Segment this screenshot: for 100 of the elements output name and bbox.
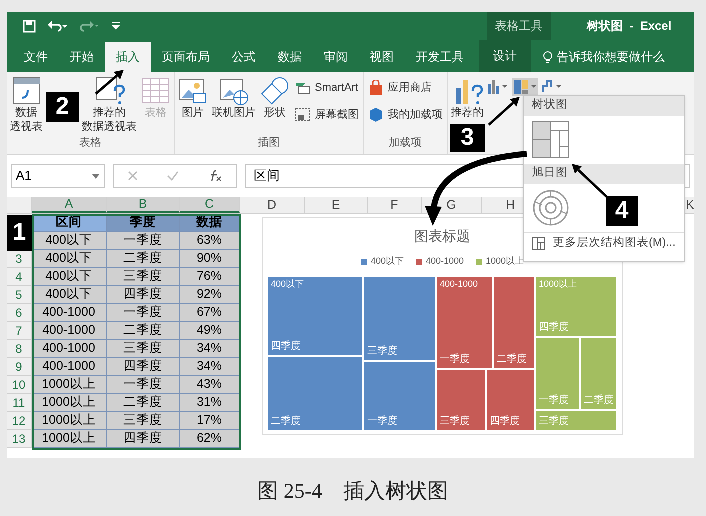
table-cell: 400以下 bbox=[32, 250, 107, 268]
column-header[interactable]: E bbox=[305, 197, 368, 213]
ribbon-tab[interactable]: 页面布局 bbox=[151, 42, 221, 72]
context-tab-group-label: 表格工具 bbox=[487, 12, 551, 40]
ribbon-group-label: 表格 bbox=[78, 136, 102, 150]
chart-layout-icon bbox=[532, 237, 545, 250]
row-header[interactable]: 10 bbox=[7, 376, 32, 394]
column-header[interactable]: C bbox=[180, 197, 240, 213]
treemap-leaf-label: 三季度 bbox=[440, 416, 471, 426]
ribbon-group-label: 插图 bbox=[257, 136, 281, 150]
row-header[interactable]: 6 bbox=[7, 304, 32, 322]
table-cell: 400-1000 bbox=[32, 340, 107, 358]
treemap-leaf-label: 一季度 bbox=[367, 416, 398, 426]
ribbon-tab[interactable]: 审阅 bbox=[313, 42, 359, 72]
column-header[interactable]: A bbox=[32, 197, 107, 213]
ribbon-small-button[interactable]: SmartArt bbox=[293, 80, 361, 96]
table-cell: 三季度 bbox=[107, 340, 180, 358]
pointer-arrow bbox=[95, 70, 124, 95]
ribbon-tab[interactable]: 公式 bbox=[221, 42, 267, 72]
ribbon-tab[interactable]: 文件 bbox=[13, 42, 59, 72]
tell-me-search[interactable]: 告诉我你想要做什么 bbox=[531, 42, 677, 72]
legend-label: 400以下 bbox=[370, 255, 404, 268]
table-cell: 34% bbox=[180, 358, 240, 376]
table-cell: 一季度 bbox=[107, 376, 180, 394]
table-cell: 49% bbox=[180, 322, 240, 340]
sunburst-icon[interactable] bbox=[532, 189, 570, 227]
table-cell: 一季度 bbox=[107, 232, 180, 250]
row-header[interactable]: 11 bbox=[7, 394, 32, 412]
ribbon-tab[interactable]: 插入 bbox=[105, 42, 151, 72]
row-header[interactable]: 3 bbox=[7, 250, 32, 268]
checkmark-icon[interactable] bbox=[166, 171, 179, 181]
treemap-leaf-label: 一季度 bbox=[440, 355, 471, 366]
legend-label: 400-1000 bbox=[426, 255, 464, 268]
table-cell: 四季度 bbox=[107, 286, 180, 304]
treemap-leaf-label: 四季度 bbox=[490, 416, 521, 426]
table-cell: 一季度 bbox=[107, 304, 180, 322]
column-header[interactable]: F bbox=[368, 197, 422, 213]
treemap-leaf-label: 二季度 bbox=[496, 355, 528, 366]
ribbon-tab[interactable]: 视图 bbox=[359, 42, 405, 72]
table-cell: 43% bbox=[180, 376, 240, 394]
table-cell: 76% bbox=[180, 268, 240, 286]
treemap-icon[interactable] bbox=[532, 121, 570, 159]
ribbon-button[interactable]: 图片 bbox=[177, 76, 209, 120]
customize-menu-icon[interactable] bbox=[112, 22, 120, 30]
ribbon-tab[interactable]: 设计 bbox=[479, 40, 531, 72]
undo-icon[interactable] bbox=[48, 20, 68, 32]
figure-caption: 图 25-4 插入树状图 bbox=[258, 478, 448, 505]
table-cell: 1000以上 bbox=[32, 430, 107, 448]
treemap-leaf-label: 三季度 bbox=[539, 416, 570, 426]
waterfall-chart-icon[interactable] bbox=[541, 78, 563, 94]
ribbon-button[interactable]: 推荐的 bbox=[450, 76, 485, 120]
cube-icon bbox=[368, 106, 384, 123]
bar-chart-icon[interactable] bbox=[487, 78, 509, 94]
row-header[interactable]: 12 bbox=[7, 412, 32, 430]
table-cell: 二季度 bbox=[107, 250, 180, 268]
table-cell: 400以下 bbox=[32, 232, 107, 250]
more-charts-item[interactable]: 更多层次结构图表(M)... bbox=[524, 232, 684, 254]
ribbon-small-button[interactable]: 我的加载项 bbox=[366, 106, 445, 123]
row-header[interactable]: 4 bbox=[7, 268, 32, 286]
column-header[interactable]: B bbox=[107, 197, 180, 213]
treemap-chart-icon[interactable] bbox=[512, 78, 538, 96]
menu-section-heading: 旭日图 bbox=[524, 164, 684, 184]
treemap-leaf-label: 四季度 bbox=[539, 323, 570, 334]
lightbulb-icon bbox=[543, 50, 553, 64]
ribbon-tab[interactable]: 数据 bbox=[267, 42, 313, 72]
table-cell: 400-1000 bbox=[32, 322, 107, 340]
ribbon-button[interactable]: 推荐的 数据透视表 bbox=[81, 76, 138, 134]
ribbon-button[interactable]: 数据 透视表 bbox=[9, 76, 44, 134]
treemap-leaf-label: 一季度 bbox=[539, 396, 570, 406]
name-box[interactable]: A1 bbox=[11, 164, 105, 188]
treemap-group-label: 1000以上 bbox=[539, 280, 578, 288]
row-header[interactable]: 7 bbox=[7, 322, 32, 340]
table-cell: 63% bbox=[180, 232, 240, 250]
column-header[interactable]: D bbox=[240, 197, 305, 213]
ribbon-button[interactable]: 联机图片 bbox=[211, 76, 257, 120]
redo-icon[interactable] bbox=[80, 20, 100, 32]
smartart-icon bbox=[295, 81, 311, 96]
ribbon-small-button[interactable]: 应用商店 bbox=[366, 80, 445, 96]
window-title: 树状图 - Excel bbox=[586, 18, 672, 35]
row-header[interactable]: 5 bbox=[7, 286, 32, 304]
save-icon[interactable] bbox=[23, 20, 36, 32]
callout-number: 3 bbox=[450, 124, 485, 152]
pointer-arrow bbox=[572, 164, 609, 199]
table-cell: 92% bbox=[180, 286, 240, 304]
column-header[interactable]: K bbox=[686, 197, 694, 213]
table-cell: 400-1000 bbox=[32, 304, 107, 322]
treemap-group-label: 400-1000 bbox=[440, 280, 480, 288]
row-header[interactable]: 9 bbox=[7, 358, 32, 376]
table-cell: 90% bbox=[180, 250, 240, 268]
table-cell: 400-1000 bbox=[32, 358, 107, 376]
row-header[interactable]: 8 bbox=[7, 340, 32, 358]
ribbon-tab[interactable]: 开发工具 bbox=[405, 42, 475, 72]
ribbon-group-label: 加载项 bbox=[388, 136, 423, 150]
table-cell: 400以下 bbox=[32, 268, 107, 286]
row-header[interactable]: 13 bbox=[7, 430, 32, 448]
table-cell: 二季度 bbox=[107, 394, 180, 412]
ribbon-button[interactable]: 形状 bbox=[259, 76, 291, 120]
ribbon-small-button[interactable]: 屏幕截图 bbox=[293, 106, 361, 123]
table-question-icon bbox=[94, 76, 124, 106]
ribbon-tab[interactable]: 开始 bbox=[59, 42, 105, 72]
